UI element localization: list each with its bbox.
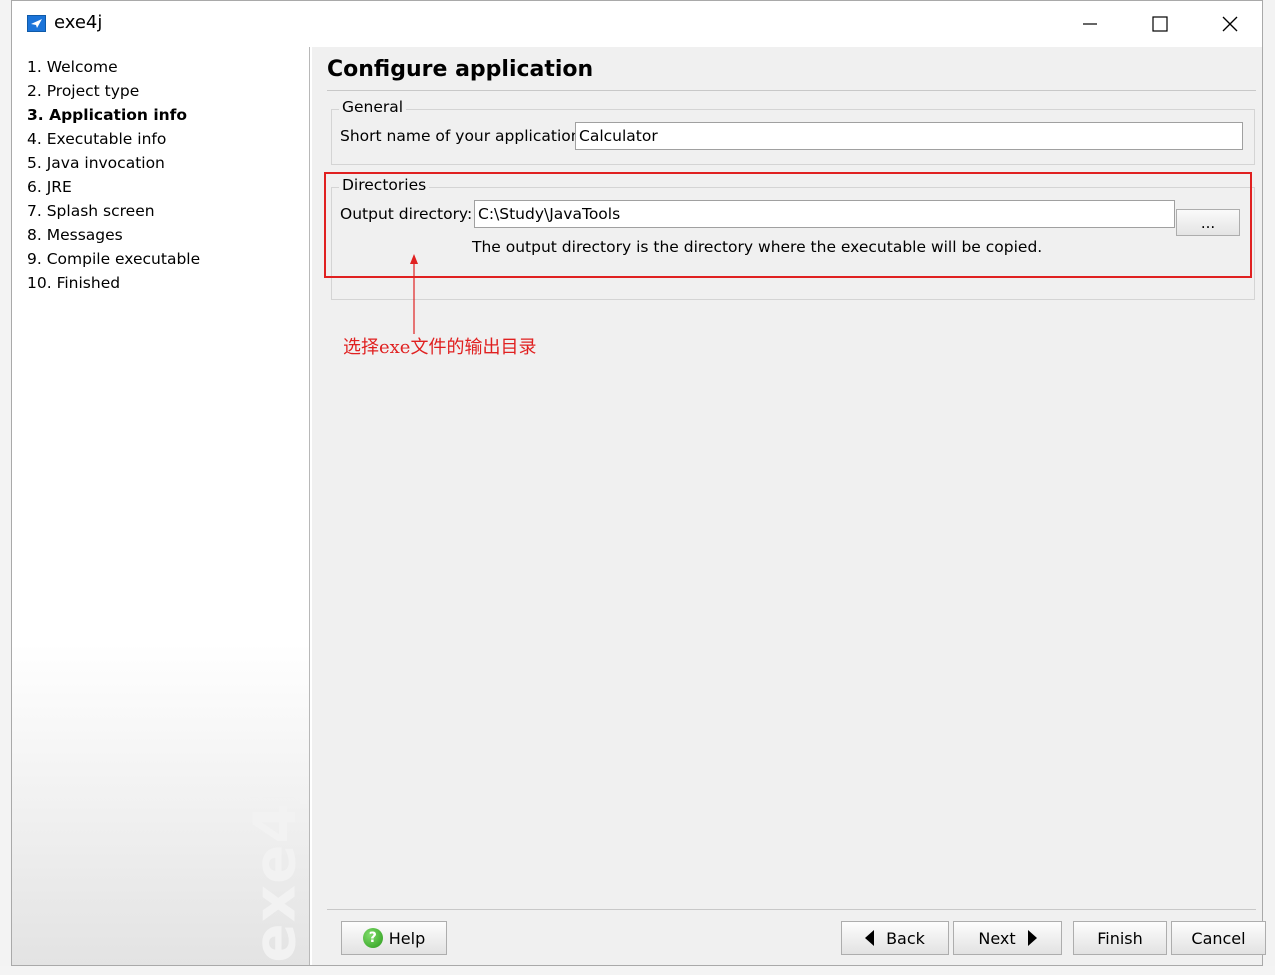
background-window-bottom-edge <box>0 966 1275 975</box>
next-button-label: Next <box>978 928 1016 948</box>
annotation-text: 选择exe文件的输出目录 <box>343 337 537 358</box>
triangle-left-icon <box>865 930 875 946</box>
wizard-steps-list: 1. Welcome 2. Project type 3. Applicatio… <box>27 55 200 295</box>
wizard-step[interactable]: 5. Java invocation <box>27 151 200 175</box>
wizard-step[interactable]: 4. Executable info <box>27 127 200 151</box>
minimize-button[interactable] <box>1055 1 1125 47</box>
back-button[interactable]: Back <box>841 921 949 955</box>
help-button[interactable]: ? Help <box>341 921 447 955</box>
wizard-step[interactable]: 8. Messages <box>27 223 200 247</box>
background-window-right-edge <box>1262 0 1275 975</box>
maximize-button[interactable] <box>1125 1 1195 47</box>
close-button[interactable] <box>1195 1 1265 47</box>
wizard-step[interactable]: 10. Finished <box>27 271 200 295</box>
short-name-label: Short name of your application: <box>340 127 586 145</box>
close-icon <box>1222 16 1238 32</box>
finish-button[interactable]: Finish <box>1073 921 1167 955</box>
wizard-step[interactable]: 1. Welcome <box>27 55 200 79</box>
exe4j-app-icon <box>27 15 46 32</box>
exe4j-watermark: exe4j <box>240 781 310 962</box>
back-button-label: Back <box>886 928 925 948</box>
next-button[interactable]: Next <box>953 921 1062 955</box>
short-name-input[interactable] <box>575 122 1243 150</box>
wizard-step[interactable]: 6. JRE <box>27 175 200 199</box>
annotation-highlight-box <box>324 172 1252 278</box>
title-bar[interactable]: exe4j <box>12 1 1262 47</box>
wizard-step[interactable]: 2. Project type <box>27 79 200 103</box>
general-group: General Short name of your application: <box>331 98 1255 165</box>
wizard-steps-sidebar: 1. Welcome 2. Project type 3. Applicatio… <box>12 47 310 965</box>
title-divider <box>327 90 1256 91</box>
watermark-text: exe4j <box>241 781 310 963</box>
minimize-icon <box>1083 23 1097 25</box>
general-group-legend: General <box>339 98 407 116</box>
bottom-divider <box>327 909 1256 910</box>
triangle-right-icon <box>1027 930 1037 946</box>
exe4j-window: exe4j 1. Welcome 2. Project type 3. Appl… <box>11 0 1266 966</box>
wizard-step[interactable]: 7. Splash screen <box>27 199 200 223</box>
window-title: exe4j <box>54 12 103 33</box>
wizard-step[interactable]: 9. Compile executable <box>27 247 200 271</box>
annotation-arrow-icon <box>410 254 418 334</box>
page-title: Configure application <box>327 57 594 82</box>
cancel-button[interactable]: Cancel <box>1171 921 1266 955</box>
maximize-icon <box>1152 16 1168 32</box>
help-question-icon: ? <box>362 928 383 948</box>
wizard-step-active[interactable]: 3. Application info <box>27 103 200 127</box>
help-button-label: Help <box>388 928 426 948</box>
